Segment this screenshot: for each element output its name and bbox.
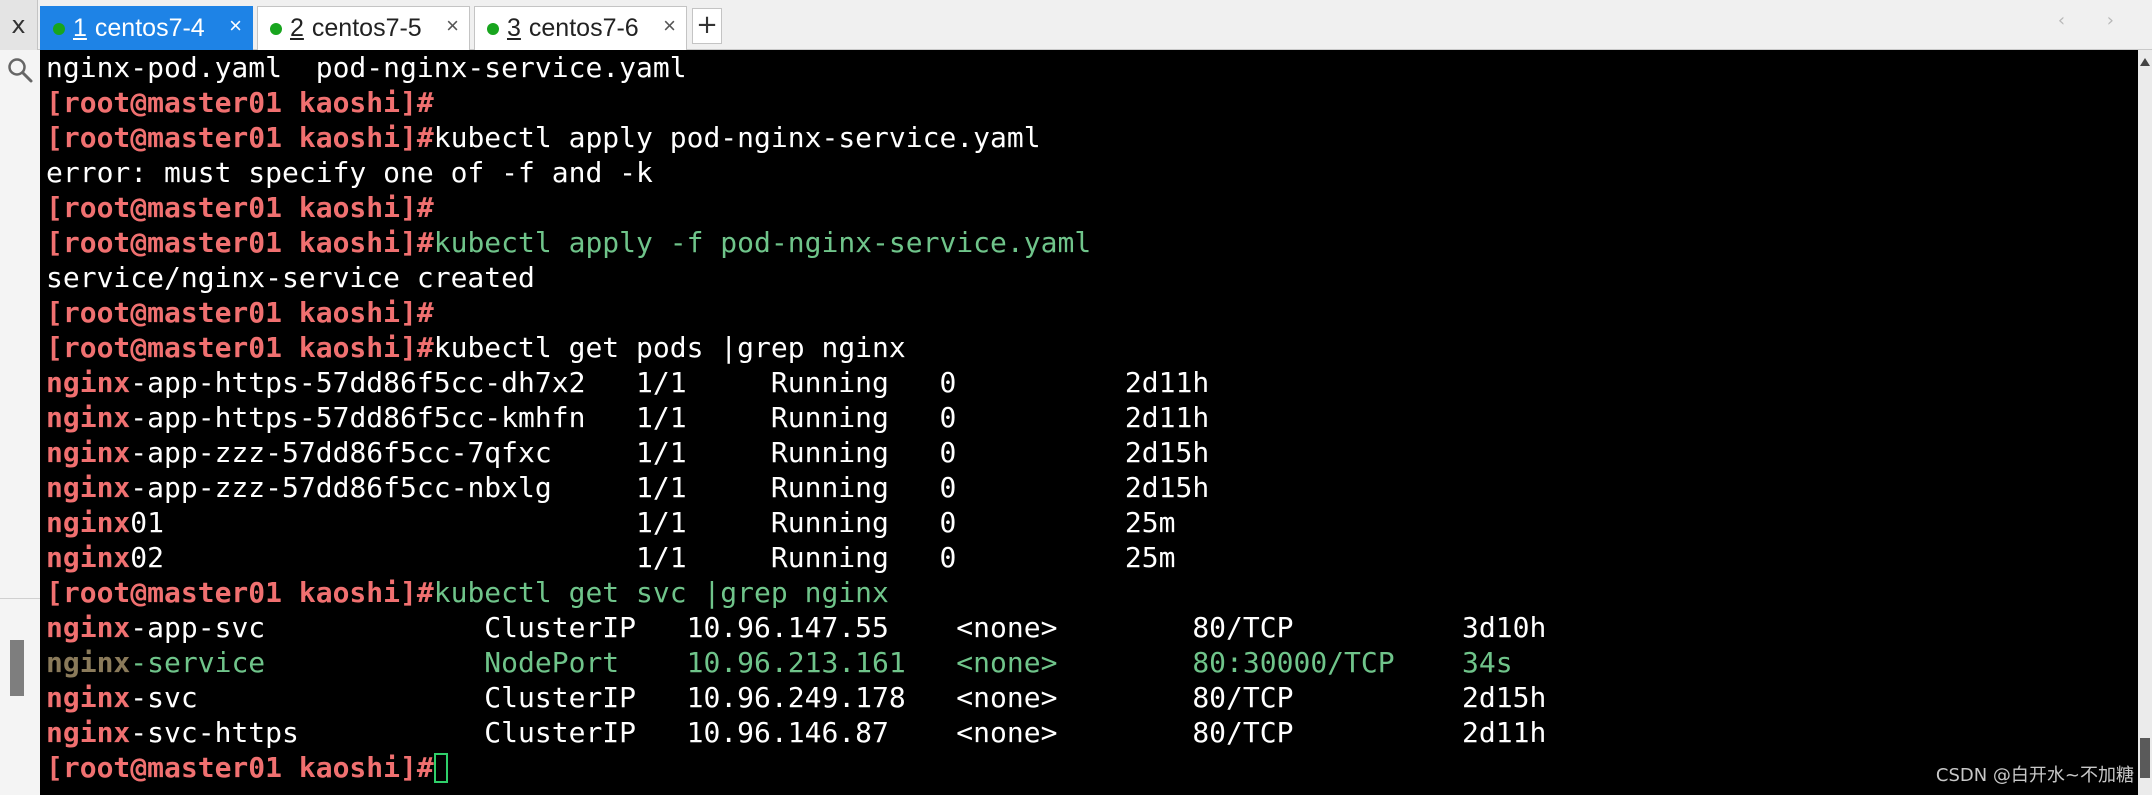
- tab-number: 1: [73, 14, 87, 42]
- terminal-line: nginx01 1/1 Running 0 25m: [46, 505, 1546, 540]
- output-text: -app-svc ClusterIP 10.96.147.55 <none> 8…: [130, 611, 1547, 644]
- close-icon[interactable]: ×: [446, 13, 459, 39]
- terminal-line: service/nginx-service created: [46, 260, 1546, 295]
- output-text: -service NodePort 10.96.213.161 <none> 8…: [130, 646, 1513, 679]
- tab-label: centos7-6: [528, 14, 639, 42]
- terminal-line: nginx-app-https-57dd86f5cc-kmhfn 1/1 Run…: [46, 400, 1546, 435]
- connected-status-icon: [53, 22, 65, 35]
- text-cursor: [433, 753, 448, 783]
- grep-match: nginx: [46, 646, 131, 679]
- grep-match: nginx: [46, 471, 131, 504]
- terminal-line: [root@master01 kaoshi]#: [46, 750, 1546, 785]
- terminal-scrollbar[interactable]: [2138, 50, 2152, 795]
- command-text: kubectl apply -f pod-nginx-service.yaml: [433, 226, 1092, 259]
- shell-prompt: [root@master01 kaoshi]#: [46, 191, 434, 224]
- terminal-line: error: must specify one of -f and -k: [46, 155, 1546, 190]
- tab-centos7-5[interactable]: 2 centos7-5 ×: [257, 6, 470, 50]
- connected-status-icon: [487, 22, 499, 35]
- shell-prompt: [root@master01 kaoshi]#: [46, 121, 434, 154]
- terminal-line: [root@master01 kaoshi]#kubectl get svc |…: [46, 575, 1546, 610]
- grep-match: nginx: [46, 681, 131, 714]
- grep-match: nginx: [46, 506, 131, 539]
- output-text: -app-zzz-57dd86f5cc-7qfxc 1/1 Running 0 …: [130, 436, 1210, 469]
- terminal-line: nginx-app-zzz-57dd86f5cc-nbxlg 1/1 Runni…: [46, 470, 1546, 505]
- terminal-line: [root@master01 kaoshi]#: [46, 85, 1546, 120]
- shell-prompt: [root@master01 kaoshi]#: [46, 751, 434, 784]
- watermark: CSDN @白开水~不加糖: [1935, 765, 2134, 786]
- grep-match: nginx: [46, 716, 131, 749]
- search-icon[interactable]: [6, 56, 34, 84]
- output-text: nginx-pod.yaml pod-nginx-service.yaml: [46, 51, 687, 84]
- command-text: kubectl apply pod-nginx-service.yaml: [433, 121, 1041, 154]
- output-text: -svc-https ClusterIP 10.96.146.87 <none>…: [130, 716, 1547, 749]
- output-text: -svc ClusterIP 10.96.249.178 <none> 80/T…: [130, 681, 1547, 714]
- shell-prompt: [root@master01 kaoshi]#: [46, 331, 434, 364]
- divider: [0, 598, 40, 599]
- terminal-line: nginx-svc-https ClusterIP 10.96.146.87 <…: [46, 715, 1546, 750]
- tab-centos7-4[interactable]: 1 centos7-4 ×: [40, 6, 253, 50]
- output-text: service/nginx-service created: [46, 261, 535, 294]
- close-panel-button[interactable]: x: [0, 0, 38, 50]
- terminal-line: [root@master01 kaoshi]#kubectl get pods …: [46, 330, 1546, 365]
- output-text: 01 1/1 Running 0 25m: [130, 506, 1176, 539]
- shell-prompt: [root@master01 kaoshi]#: [46, 296, 434, 329]
- close-icon[interactable]: ×: [663, 13, 676, 39]
- output-text: error: must specify one of -f and -k: [46, 156, 653, 189]
- grep-match: nginx: [46, 611, 131, 644]
- terminal-line: nginx-pod.yaml pod-nginx-service.yaml: [46, 50, 1546, 85]
- command-text: kubectl get pods |grep nginx: [433, 331, 906, 364]
- terminal-line: nginx-service NodePort 10.96.213.161 <no…: [46, 645, 1546, 680]
- terminal-line: nginx-app-https-57dd86f5cc-dh7x2 1/1 Run…: [46, 365, 1546, 400]
- tab-label: centos7-4: [94, 14, 205, 42]
- scrollbar-thumb[interactable]: [2140, 738, 2150, 778]
- tab-scroll-arrows[interactable]: ‹ ›: [2058, 10, 2132, 31]
- output-text: -app-https-57dd86f5cc-kmhfn 1/1 Running …: [130, 401, 1210, 434]
- new-tab-button[interactable]: +: [692, 8, 722, 44]
- grep-match: nginx: [46, 401, 131, 434]
- close-icon[interactable]: ×: [229, 13, 242, 39]
- tab-bar: x 1 centos7-4 × 2 centos7-5 × 3 centos7-…: [0, 0, 2152, 50]
- shell-prompt: [root@master01 kaoshi]#: [46, 86, 434, 119]
- grep-match: nginx: [46, 541, 131, 574]
- tab-number: 2: [290, 14, 304, 42]
- scroll-up-icon[interactable]: [2140, 58, 2150, 66]
- output-text: -app-https-57dd86f5cc-dh7x2 1/1 Running …: [130, 366, 1210, 399]
- terminal-line: [root@master01 kaoshi]#kubectl apply -f …: [46, 225, 1546, 260]
- connected-status-icon: [270, 22, 282, 35]
- grep-match: nginx: [46, 436, 131, 469]
- terminal-output[interactable]: nginx-pod.yaml pod-nginx-service.yaml [ro…: [40, 50, 2138, 795]
- output-text: 02 1/1 Running 0 25m: [130, 541, 1176, 574]
- terminal-line: nginx-app-zzz-57dd86f5cc-7qfxc 1/1 Runni…: [46, 435, 1546, 470]
- shell-prompt: [root@master01 kaoshi]#: [46, 226, 434, 259]
- grep-match: nginx: [46, 366, 131, 399]
- terminal-line: [root@master01 kaoshi]#: [46, 295, 1546, 330]
- tab-number: 3: [507, 14, 521, 42]
- output-text: -app-zzz-57dd86f5cc-nbxlg 1/1 Running 0 …: [130, 471, 1210, 504]
- terminal-line: [root@master01 kaoshi]#kubectl apply pod…: [46, 120, 1546, 155]
- terminal-line: nginx-app-svc ClusterIP 10.96.147.55 <no…: [46, 610, 1546, 645]
- terminal-line: nginx02 1/1 Running 0 25m: [46, 540, 1546, 575]
- terminal-lines: nginx-pod.yaml pod-nginx-service.yaml [ro…: [46, 50, 1546, 785]
- tab-label: centos7-5: [311, 14, 422, 42]
- terminal-line: nginx-svc ClusterIP 10.96.249.178 <none>…: [46, 680, 1546, 715]
- shell-prompt: [root@master01 kaoshi]#: [46, 576, 434, 609]
- terminal-line: [root@master01 kaoshi]#: [46, 190, 1546, 225]
- side-panel: [0, 50, 40, 795]
- tab-centos7-6[interactable]: 3 centos7-6 ×: [474, 6, 687, 50]
- command-text: kubectl get svc |grep nginx: [433, 576, 889, 609]
- panel-scroll-thumb[interactable]: [10, 640, 24, 696]
